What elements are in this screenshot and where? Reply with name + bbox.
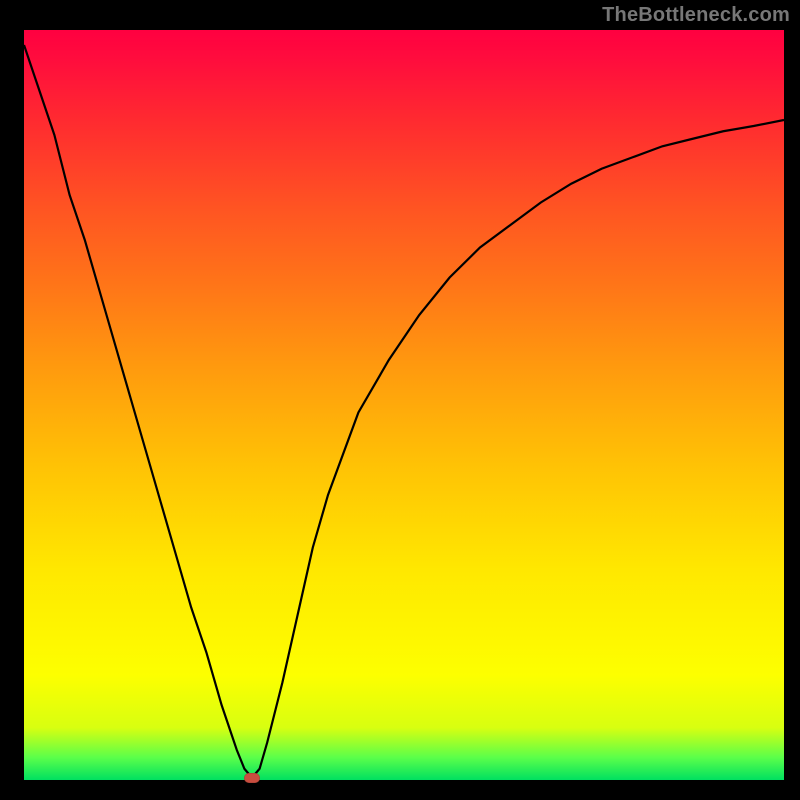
watermark-text: TheBottleneck.com: [602, 4, 790, 27]
minimum-marker: [244, 773, 260, 783]
curve-path: [24, 45, 784, 778]
plot-area: [24, 30, 784, 780]
chart-frame: TheBottleneck.com: [0, 0, 800, 800]
curve-svg: [24, 30, 784, 780]
